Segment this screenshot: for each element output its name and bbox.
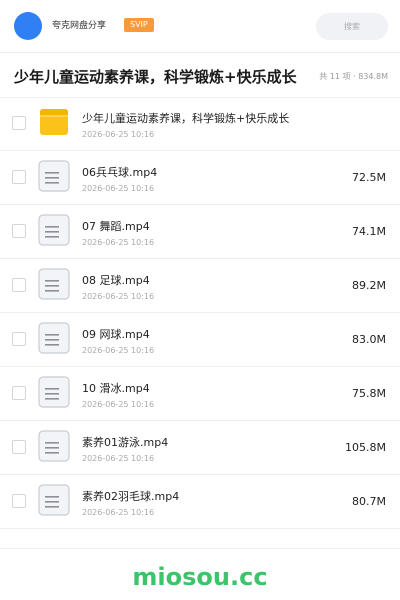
svip-badge: SVIP bbox=[124, 18, 154, 32]
folder-icon bbox=[40, 109, 68, 135]
file-size: 75.8M bbox=[352, 387, 386, 400]
avatar[interactable] bbox=[14, 12, 42, 40]
select-checkbox[interactable] bbox=[12, 440, 26, 454]
file-size: 80.7M bbox=[352, 495, 386, 508]
list-item[interactable]: 08 足球.mp4 2026-06-25 10:16 89.2M bbox=[0, 259, 400, 313]
file-name: 06兵乓球.mp4 bbox=[82, 166, 158, 179]
file-size: 105.8M bbox=[345, 441, 386, 454]
file-name: 07 舞蹈.mp4 bbox=[82, 220, 150, 233]
select-checkbox[interactable] bbox=[12, 170, 26, 184]
list-item[interactable]: 09 网球.mp4 2026-06-25 10:16 83.0M bbox=[0, 313, 400, 367]
page-title: 少年儿童运动素养课，科学锻炼+快乐成长 bbox=[14, 68, 297, 86]
list-item[interactable]: 素养02羽毛球.mp4 2026-06-25 10:16 80.7M bbox=[0, 475, 400, 529]
video-file-icon bbox=[38, 322, 70, 354]
file-size: 72.5M bbox=[352, 171, 386, 184]
select-checkbox[interactable] bbox=[12, 494, 26, 508]
list-item[interactable]: 素养01游泳.mp4 2026-06-25 10:16 105.8M bbox=[0, 421, 400, 475]
file-name: 素养02羽毛球.mp4 bbox=[82, 490, 180, 503]
file-date: 2026-06-25 10:16 bbox=[82, 238, 155, 247]
folder-meta: 共 11 项 · 834.8M bbox=[319, 72, 388, 81]
file-size: 89.2M bbox=[352, 279, 386, 292]
file-date: 2026-06-25 10:16 bbox=[82, 454, 155, 463]
list-item[interactable]: 10 滑冰.mp4 2026-06-25 10:16 75.8M bbox=[0, 367, 400, 421]
folder-title-bar: 少年儿童运动素养课，科学锻炼+快乐成长 共 11 项 · 834.8M bbox=[0, 52, 400, 98]
file-date: 2026-06-25 10:16 bbox=[82, 508, 155, 517]
video-file-icon bbox=[38, 430, 70, 462]
list-item[interactable]: 少年儿童运动素养课，科学锻炼+快乐成长 2026-06-25 10:16 bbox=[0, 97, 400, 151]
file-size: 74.1M bbox=[352, 225, 386, 238]
file-date: 2026-06-25 10:16 bbox=[82, 346, 155, 355]
search-input[interactable] bbox=[316, 13, 388, 40]
file-date: 2026-06-25 10:16 bbox=[82, 184, 155, 193]
file-name: 少年儿童运动素养课，科学锻炼+快乐成长 bbox=[82, 112, 290, 125]
file-date: 2026-06-25 10:16 bbox=[82, 130, 155, 139]
video-file-icon bbox=[38, 376, 70, 408]
file-name: 10 滑冰.mp4 bbox=[82, 382, 150, 395]
video-file-icon bbox=[38, 268, 70, 300]
select-checkbox[interactable] bbox=[12, 386, 26, 400]
select-checkbox[interactable] bbox=[12, 278, 26, 292]
list-item[interactable]: 07 舞蹈.mp4 2026-06-25 10:16 74.1M bbox=[0, 205, 400, 259]
file-name: 09 网球.mp4 bbox=[82, 328, 150, 341]
select-checkbox[interactable] bbox=[12, 332, 26, 346]
watermark: miosou.cc bbox=[132, 563, 268, 591]
file-size: 83.0M bbox=[352, 333, 386, 346]
video-file-icon bbox=[38, 214, 70, 246]
select-checkbox[interactable] bbox=[12, 224, 26, 238]
file-date: 2026-06-25 10:16 bbox=[82, 292, 155, 301]
brand-name: 夸克网盘分享 bbox=[52, 21, 107, 31]
video-file-icon bbox=[38, 160, 70, 192]
file-name: 素养01游泳.mp4 bbox=[82, 436, 169, 449]
file-date: 2026-06-25 10:16 bbox=[82, 400, 155, 409]
video-file-icon bbox=[38, 484, 70, 516]
header: 夸克网盘分享 SVIP bbox=[0, 0, 400, 52]
file-list: 少年儿童运动素养课，科学锻炼+快乐成长 2026-06-25 10:16 06兵… bbox=[0, 97, 400, 529]
file-name: 08 足球.mp4 bbox=[82, 274, 150, 287]
list-item[interactable]: 06兵乓球.mp4 2026-06-25 10:16 72.5M bbox=[0, 151, 400, 205]
select-checkbox[interactable] bbox=[12, 116, 26, 130]
